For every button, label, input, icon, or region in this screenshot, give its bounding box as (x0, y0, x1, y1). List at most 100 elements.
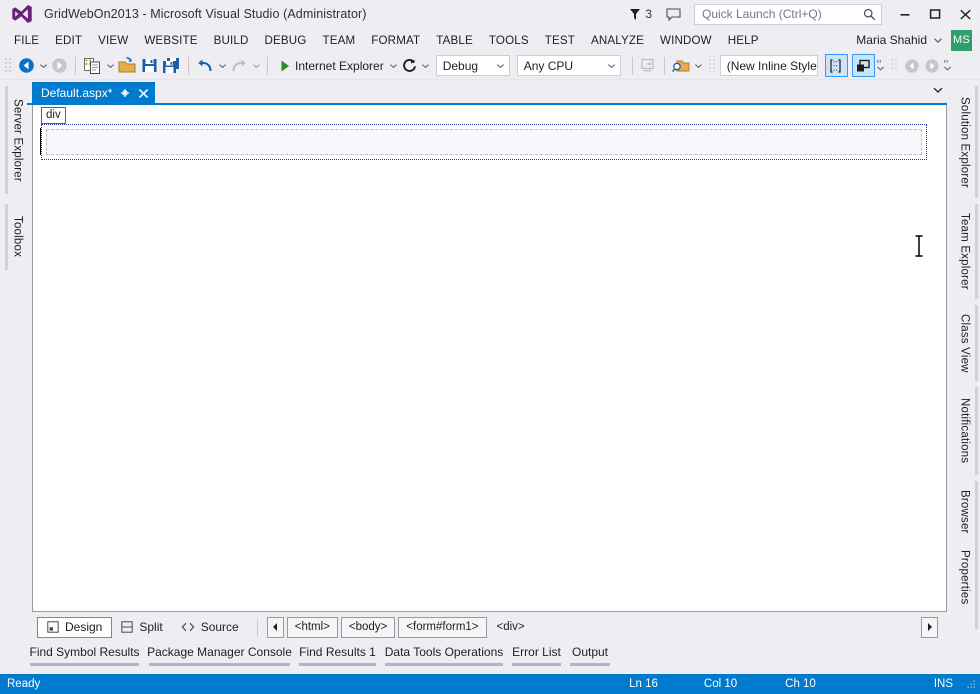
visible-borders-toggle[interactable] (851, 54, 875, 77)
solution-configuration-combo[interactable]: Debug (435, 55, 510, 76)
tab-split-view[interactable]: Split (112, 617, 171, 638)
menu-analyze[interactable]: ANALYZE (583, 31, 652, 50)
sidebar-item-notifications[interactable]: Notifications (954, 387, 978, 475)
scroll-right-icon (927, 623, 932, 631)
pin-button[interactable] (119, 87, 131, 99)
div-tag-chip[interactable]: div (41, 107, 66, 124)
toolbar-overflow-button[interactable] (942, 54, 953, 78)
view-switch-bar: Design Split Source <html> <body> <form#… (27, 612, 947, 642)
design-view-surface[interactable]: div (32, 105, 947, 612)
bottom-tab-underline (149, 663, 290, 666)
menu-table[interactable]: TABLE (428, 31, 481, 50)
navigate-forward-button[interactable] (49, 54, 70, 78)
tab-default-aspx[interactable]: Default.aspx* (32, 82, 156, 104)
notifications-button[interactable]: 3 (629, 7, 652, 21)
redo-dropdown[interactable] (250, 54, 262, 78)
undo-button[interactable] (194, 54, 216, 78)
undo-dropdown[interactable] (216, 54, 228, 78)
resize-grip-icon[interactable] (967, 680, 976, 689)
start-debugging-dropdown[interactable] (388, 54, 400, 78)
tab-design-view[interactable]: Design (37, 616, 113, 638)
close-button[interactable] (950, 0, 980, 28)
sidebar-item-server-explorer[interactable]: Server Explorer (5, 86, 27, 194)
menu-team[interactable]: TEAM (314, 31, 363, 50)
quick-launch-input[interactable] (702, 7, 863, 21)
save-all-button[interactable] (160, 54, 183, 78)
div-selection-outline[interactable] (41, 124, 927, 160)
menu-tools[interactable]: TOOLS (481, 31, 537, 50)
document-tab-title: Default.aspx* (41, 86, 113, 100)
navigate-backward-dropdown[interactable] (37, 54, 49, 78)
quick-launch-box[interactable] (694, 3, 882, 25)
sidebar-item-toolbox[interactable]: Toolbox (5, 204, 27, 270)
tag-navigator-div[interactable]: <div> (490, 617, 532, 638)
solution-platform-combo[interactable]: Any CPU (516, 55, 621, 76)
visual-studio-window: GridWebOn2013 - Microsoft Visual Studio … (0, 0, 980, 694)
sidebar-item-properties[interactable]: Properties (954, 535, 978, 620)
tab-source-view[interactable]: Source (172, 617, 248, 638)
bottom-tab-error-list[interactable]: Error List (512, 644, 561, 670)
menu-build[interactable]: BUILD (206, 31, 257, 50)
navigate-backward-button[interactable] (16, 54, 37, 78)
bottom-tab-underline (30, 663, 139, 666)
toolbar-grip[interactable] (4, 57, 13, 75)
toolbar-grip[interactable] (890, 57, 899, 75)
sidebar-item-solution-explorer[interactable]: Solution Explorer (954, 86, 978, 198)
browser-forward-button[interactable] (922, 54, 942, 78)
bottom-tab-find-symbol-results[interactable]: Find Symbol Results (29, 644, 140, 670)
chevron-down-icon[interactable] (934, 37, 942, 43)
save-button[interactable] (139, 54, 160, 78)
sidebar-item-team-explorer[interactable]: Team Explorer (954, 204, 978, 299)
tag-navigator-scroll-left[interactable] (266, 616, 284, 638)
menu-view[interactable]: VIEW (90, 31, 136, 50)
menu-file[interactable]: FILE (6, 31, 47, 50)
attach-to-process-button[interactable] (638, 54, 659, 78)
bottom-tab-underline (299, 663, 376, 666)
find-in-files-button[interactable] (670, 54, 693, 78)
tag-navigator-form[interactable]: <form#form1> (398, 616, 487, 638)
sidebar-item-class-view[interactable]: Class View (954, 305, 978, 381)
style-outline-toggle[interactable] (824, 54, 848, 77)
sidebar-item-label: Toolbox (11, 216, 24, 258)
sidebar-item-label: Team Explorer (958, 213, 971, 290)
tab-close-button[interactable] (138, 88, 149, 99)
menu-format[interactable]: FORMAT (363, 31, 428, 50)
menu-website[interactable]: WEBSITE (136, 31, 205, 50)
refresh-button[interactable] (400, 54, 420, 78)
bottom-tab-find-results-1[interactable]: Find Results 1 (299, 644, 376, 670)
bottom-tab-data-tools-operations[interactable]: Data Tools Operations (385, 644, 503, 670)
tag-navigator-body[interactable]: <body> (340, 616, 396, 638)
find-options-dropdown[interactable] (693, 54, 704, 78)
feedback-icon[interactable] (666, 7, 681, 21)
menu-debug[interactable]: DEBUG (256, 31, 314, 50)
avatar[interactable]: MS (951, 29, 972, 51)
menu-help[interactable]: HELP (720, 31, 767, 50)
tag-navigator-scroll-right[interactable] (921, 616, 938, 638)
menu-edit[interactable]: EDIT (47, 31, 90, 50)
bottom-tab-package-manager-console[interactable]: Package Manager Console (147, 644, 292, 670)
redo-button[interactable] (228, 54, 250, 78)
menu-test[interactable]: TEST (537, 31, 583, 50)
save-icon (142, 59, 157, 72)
new-item-dropdown[interactable] (104, 54, 116, 78)
div-content-area[interactable] (46, 129, 922, 155)
style-target-rule-combo[interactable]: (New Inline Style (719, 55, 818, 76)
toolbar-grip[interactable] (708, 57, 717, 75)
refresh-dropdown[interactable] (420, 54, 432, 78)
notification-count: 3 (645, 7, 652, 21)
new-item-button[interactable] (81, 54, 104, 78)
solution-platform-value: Any CPU (523, 58, 574, 73)
tab-list-chevron-down-icon[interactable] (933, 86, 943, 94)
browser-back-button[interactable] (902, 54, 922, 78)
user-account-name[interactable]: Maria Shahid (856, 33, 927, 47)
maximize-button[interactable] (920, 0, 950, 28)
borders-options-dropdown[interactable] (875, 54, 886, 78)
chevron-down-icon (607, 63, 615, 68)
menu-window[interactable]: WINDOW (652, 31, 720, 50)
minimize-button[interactable] (890, 0, 920, 28)
tag-navigator-html[interactable]: <html> (286, 616, 338, 638)
navigate-forward-icon (52, 58, 67, 73)
start-debugging-button[interactable]: Internet Explorer (277, 54, 388, 78)
open-file-button[interactable] (116, 54, 139, 78)
bottom-tab-output[interactable]: Output (570, 644, 610, 670)
